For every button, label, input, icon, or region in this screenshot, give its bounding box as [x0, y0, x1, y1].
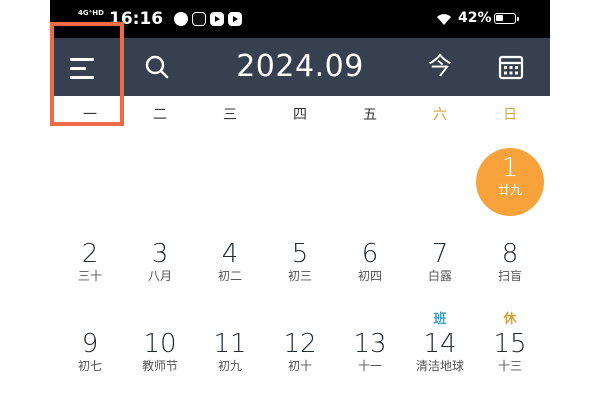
day-lunar-label: 初七: [77, 359, 102, 373]
day-cell[interactable]: 13 十一: [335, 330, 405, 374]
weekday-label: 二: [153, 107, 167, 123]
search-icon[interactable]: [144, 54, 170, 80]
day-tag: 班: [433, 312, 447, 327]
day-number: 14: [423, 329, 457, 359]
day-lunar-label: 扫盲: [497, 269, 522, 283]
day-lunar-label: 廿九: [497, 183, 522, 197]
day-cell[interactable]: 2 三十: [55, 240, 125, 284]
day-cell[interactable]: 4 初二: [195, 240, 265, 284]
day-lunar-label: 教师节: [141, 359, 178, 373]
day-lunar-label: 白露: [427, 269, 452, 283]
weekday-label: 四: [293, 107, 307, 123]
weekday-label: 一: [83, 107, 97, 123]
day-cell[interactable]: 11 初九: [195, 330, 265, 374]
day-cell-selected[interactable]: 1 廿九: [475, 148, 545, 216]
day-cell[interactable]: 10 教师节: [125, 330, 195, 374]
day-lunar-label: 初三: [287, 269, 312, 283]
tiktok-icon: [192, 12, 206, 26]
network-indicator: 4G⁺HD: [78, 9, 104, 17]
battery-percent: 42%: [458, 10, 492, 26]
weekday-label: 日: [503, 107, 517, 123]
day-number: 13: [353, 329, 387, 359]
day-lunar-label: 十三: [497, 359, 522, 373]
day-lunar-label: 初二: [217, 269, 242, 283]
day-cell[interactable]: 班 14 清洁地球: [405, 312, 475, 374]
day-number: 4: [221, 239, 239, 269]
calendar-icon[interactable]: [498, 54, 524, 80]
day-number: 11: [213, 329, 247, 359]
day-cell[interactable]: 3 八月: [125, 240, 195, 284]
battery-icon: [494, 13, 519, 24]
day-cell[interactable]: 6 初四: [335, 240, 405, 284]
day-number: 15: [493, 329, 527, 359]
weekday-label: 三: [223, 107, 237, 123]
day-number: 2: [81, 239, 99, 269]
phone-screen: 4G⁺HD 16:16 42% 2024.09 今 一 二 三 四 五 六 日 …: [50, 0, 550, 400]
uc-icon: [174, 12, 188, 26]
day-number: 1: [501, 153, 519, 183]
day-lunar-label: 初九: [217, 359, 242, 373]
day-number: 5: [291, 239, 309, 269]
day-lunar-label: 初四: [357, 269, 382, 283]
today-button[interactable]: 今: [426, 52, 454, 80]
day-tag: 休: [503, 312, 517, 327]
month-title[interactable]: 2024.09: [220, 48, 380, 86]
battery-fill: [496, 15, 504, 21]
day-cell[interactable]: 5 初三: [265, 240, 335, 284]
wifi-icon: [437, 14, 451, 25]
day-number: 9: [81, 329, 99, 359]
day-cell[interactable]: 9 初七: [55, 330, 125, 374]
screenshot-frame: 4G⁺HD 16:16 42% 2024.09 今 一 二 三 四 五 六 日 …: [0, 0, 600, 400]
day-cell[interactable]: 休 15 十三: [475, 312, 545, 374]
day-lunar-label: 八月: [147, 269, 172, 283]
calendar-header: 2024.09 今: [50, 38, 550, 96]
day-lunar-label: 三十: [77, 269, 102, 283]
menu-icon[interactable]: [70, 56, 100, 80]
day-cell[interactable]: 12 初十: [265, 330, 335, 374]
day-number: 3: [151, 239, 169, 269]
day-cell[interactable]: 7 白露: [405, 240, 475, 284]
status-time: 16:16: [109, 9, 164, 29]
video-app-icon: [210, 12, 224, 26]
day-cell[interactable]: 8 扫盲: [475, 240, 545, 284]
day-lunar-label: 清洁地球: [415, 359, 464, 373]
day-number: 8: [501, 239, 519, 269]
weekday-label: 六: [433, 107, 447, 123]
status-bar: 4G⁺HD 16:16 42%: [50, 0, 550, 38]
day-number: 12: [283, 329, 317, 359]
day-number: 7: [431, 239, 449, 269]
day-lunar-label: 初十: [287, 359, 312, 373]
day-number: 6: [361, 239, 379, 269]
day-lunar-label: 十一: [357, 359, 382, 373]
play-app-icon: [228, 12, 242, 26]
weekday-label: 五: [363, 107, 377, 123]
day-number: 10: [143, 329, 177, 359]
